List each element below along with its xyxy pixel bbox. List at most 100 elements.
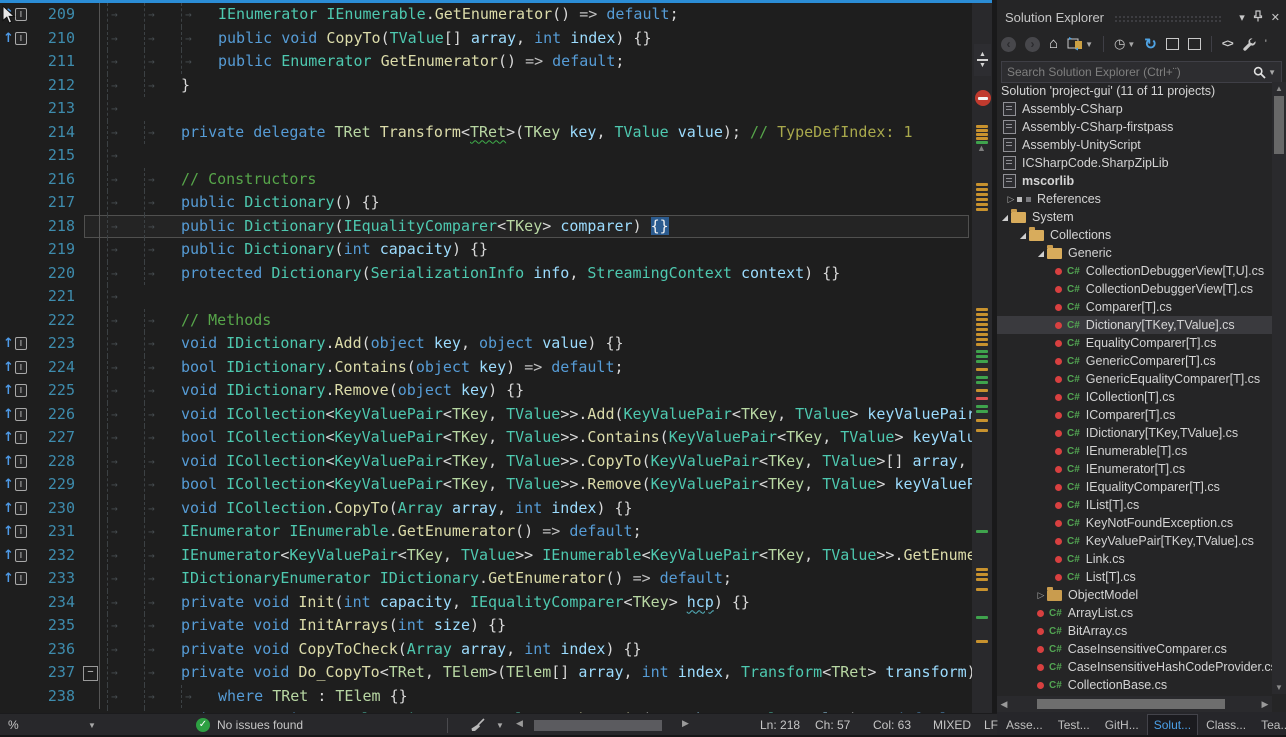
code-line-216[interactable]: 216// Constructors [0, 168, 972, 192]
eol-indicator[interactable]: LF [984, 718, 998, 732]
tree-vertical-scrollbar[interactable]: ▲ ▼ [1272, 82, 1286, 694]
tree-item-generic[interactable]: ◢Generic [997, 244, 1272, 262]
code-line-238[interactable]: 238where TRet : TElem {} [0, 685, 972, 709]
code-line-223[interactable]: ↑I223void IDictionary.Add(object key, ob… [0, 332, 972, 356]
tree-horizontal-scrollbar[interactable]: ◀ ▶ [997, 696, 1272, 712]
search-box[interactable]: Search Solution Explorer (Ctrl+¨) ▼ [1001, 61, 1282, 83]
implements-interface-icon[interactable]: ↑I [0, 544, 33, 568]
implements-interface-icon[interactable]: ↑I [0, 450, 33, 474]
panel-tab-test[interactable]: Test... [1052, 715, 1096, 735]
tree-item-assembly-unityscript[interactable]: Assembly-UnityScript [997, 136, 1272, 154]
line-indicator[interactable]: Ln: 218 [760, 718, 800, 732]
code-cleanup-broom-icon[interactable] [470, 718, 486, 736]
back-button[interactable]: ‹ [1001, 35, 1016, 53]
code-line-221[interactable]: 221 [0, 285, 972, 309]
tree-item-caseinsensitivehashcodeprovider-cs[interactable]: C#CaseInsensitiveHashCodeProvider.cs [997, 658, 1272, 676]
code-line-224[interactable]: ↑I224bool IDictionary.Contains(object ke… [0, 356, 972, 380]
collapse-all-button[interactable] [1166, 35, 1179, 53]
home-icon[interactable]: ⌂ [1049, 35, 1058, 53]
code-text[interactable]: public Enumerator GetEnumerator() => def… [107, 50, 972, 74]
hscroll-right-arrow[interactable]: ▶ [682, 718, 689, 729]
code-lines[interactable]: ↑I209IEnumerator IEnumerable.GetEnumerat… [0, 3, 972, 713]
panel-tab-tea[interactable]: Tea... [1255, 715, 1286, 735]
code-line-225[interactable]: ↑I225void IDictionary.Remove(object key)… [0, 379, 972, 403]
code-line-214[interactable]: 214private delegate TRet Transform<TRet>… [0, 121, 972, 145]
code-line-235[interactable]: 235private void InitArrays(int size) {} [0, 614, 972, 638]
code-text[interactable]: private void CopyToCheck(Array array, in… [107, 638, 972, 662]
panel-tab-gith[interactable]: GitH... [1099, 715, 1145, 735]
code-text[interactable]: bool ICollection<KeyValuePair<TKey, TVal… [107, 473, 972, 497]
drag-grip[interactable] [1114, 15, 1223, 23]
cleanup-chevron-icon[interactable]: ▼ [496, 721, 504, 730]
code-text[interactable]: IEnumerator IEnumerable.GetEnumerator() … [107, 520, 972, 544]
code-line-232[interactable]: ↑I232IEnumerator<KeyValuePair<TKey, TVal… [0, 544, 972, 568]
collapsed-chevron-icon[interactable]: ▷ [1005, 194, 1017, 205]
code-text[interactable]: // Constructors [107, 168, 972, 192]
solution-tree[interactable]: Solution 'project-gui' (11 of 11 project… [997, 82, 1272, 694]
scroll-thumb[interactable] [1037, 699, 1225, 709]
implements-interface-icon[interactable]: ↑I [0, 567, 33, 591]
implements-interface-icon[interactable]: ↑I [0, 473, 33, 497]
tree-item-icsharpcode-sharpziplib[interactable]: ICSharpCode.SharpZipLib [997, 154, 1272, 172]
tree-item-comparer-t-cs[interactable]: C#Comparer[T].cs [997, 298, 1272, 316]
hscroll-thumb[interactable] [534, 720, 662, 731]
code-text[interactable]: public Dictionary(IEqualityComparer<TKey… [107, 215, 972, 239]
code-line-209[interactable]: ↑I209IEnumerator IEnumerable.GetEnumerat… [0, 3, 972, 27]
implements-interface-icon[interactable]: ↑I [0, 27, 33, 51]
code-editor[interactable]: ↑I209IEnumerator IEnumerable.GetEnumerat… [0, 0, 972, 713]
refresh-icon[interactable]: ↻ [1144, 35, 1157, 53]
tree-item-caseinsensitivecomparer-cs[interactable]: C#CaseInsensitiveComparer.cs [997, 640, 1272, 658]
tree-item-genericequalitycomparer-t-cs[interactable]: C#GenericEqualityComparer[T].cs [997, 370, 1272, 388]
code-line-230[interactable]: ↑I230void ICollection.CopyTo(Array array… [0, 497, 972, 521]
chevron-down-icon[interactable]: ▾ [1239, 11, 1245, 24]
tree-item-ienumerable-t-cs[interactable]: C#IEnumerable[T].cs [997, 442, 1272, 460]
code-line-234[interactable]: 234private void Init(int capacity, IEqua… [0, 591, 972, 615]
tree-item-system[interactable]: ◢System [997, 208, 1272, 226]
close-icon[interactable]: ✕ [1271, 11, 1280, 24]
code-line-228[interactable]: ↑I228void ICollection<KeyValuePair<TKey,… [0, 450, 972, 474]
scroll-thumb[interactable] [1274, 96, 1284, 154]
code-text[interactable]: public Dictionary() {} [107, 191, 972, 215]
tree-item-genericcomparer-t-cs[interactable]: C#GenericComparer[T].cs [997, 352, 1272, 370]
code-text[interactable]: void ICollection.CopyTo(Array array, int… [107, 497, 972, 521]
code-text[interactable]: IEnumerator<KeyValuePair<TKey, TValue>> … [107, 544, 972, 568]
tree-item-dictionary-tkey-tvalue-cs[interactable]: C#Dictionary[TKey,TValue].cs [997, 316, 1272, 334]
fold-collapse-icon[interactable]: − [83, 666, 98, 681]
code-text[interactable] [107, 285, 972, 309]
code-line-220[interactable]: 220protected Dictionary(SerializationInf… [0, 262, 972, 286]
code-text[interactable] [107, 97, 972, 121]
code-text[interactable]: protected Dictionary(SerializationInfo i… [107, 262, 972, 286]
code-text[interactable]: // Methods [107, 309, 972, 333]
code-line-222[interactable]: 222// Methods [0, 309, 972, 333]
collapsed-chevron-icon[interactable]: ▷ [1035, 590, 1047, 601]
code-text[interactable]: public Dictionary(int capacity) {} [107, 238, 972, 262]
editor-split-handle[interactable]: ▲ ▼ [974, 44, 991, 76]
expanded-chevron-icon[interactable]: ◢ [999, 213, 1011, 222]
code-text[interactable]: void IDictionary.Remove(object key) {} [107, 379, 972, 403]
code-text[interactable]: private void InitArrays(int size) {} [107, 614, 972, 638]
pin-icon[interactable] [1253, 10, 1263, 25]
code-line-239[interactable]: 239private static KeyValuePair<TKey, TVa… [0, 708, 972, 713]
code-text[interactable]: void IDictionary.Add(object key, object … [107, 332, 972, 356]
code-text[interactable]: private delegate TRet Transform<TRet>(TK… [107, 121, 972, 145]
scroll-left-arrow[interactable]: ◀ [997, 699, 1011, 710]
code-text[interactable]: IDictionaryEnumerator IDictionary.GetEnu… [107, 567, 972, 591]
encoding-indicator[interactable]: MIXED [933, 718, 971, 732]
implements-interface-icon[interactable]: ↑I [0, 497, 33, 521]
panel-tab-asse[interactable]: Asse... [1000, 715, 1049, 735]
tree-item-icomparer-t-cs[interactable]: C#IComparer[T].cs [997, 406, 1272, 424]
scroll-right-arrow[interactable]: ▶ [1258, 699, 1272, 710]
implements-interface-icon[interactable]: ↑I [0, 332, 33, 356]
code-line-210[interactable]: ↑I210public void CopyTo(TValue[] array, … [0, 27, 972, 51]
tree-item-solution-project-gui-11-of-11-projects-[interactable]: Solution 'project-gui' (11 of 11 project… [997, 82, 1272, 100]
implements-interface-icon[interactable]: ↑I [0, 426, 33, 450]
code-text[interactable]: private void Do_CopyTo<TRet, TElem>(TEle… [107, 661, 972, 685]
code-line-226[interactable]: ↑I226void ICollection<KeyValuePair<TKey,… [0, 403, 972, 427]
tree-item-bitarray-cs[interactable]: C#BitArray.cs [997, 622, 1272, 640]
code-text[interactable]: public void CopyTo(TValue[] array, int i… [107, 27, 972, 51]
tree-item-collectiondebuggerview-t-u-cs[interactable]: C#CollectionDebuggerView[T,U].cs [997, 262, 1272, 280]
expanded-chevron-icon[interactable]: ◢ [1035, 249, 1047, 258]
zoom-level[interactable]: % [8, 718, 19, 732]
code-line-237[interactable]: 237−private void Do_CopyTo<TRet, TElem>(… [0, 661, 972, 685]
tree-item-equalitycomparer-t-cs[interactable]: C#EqualityComparer[T].cs [997, 334, 1272, 352]
